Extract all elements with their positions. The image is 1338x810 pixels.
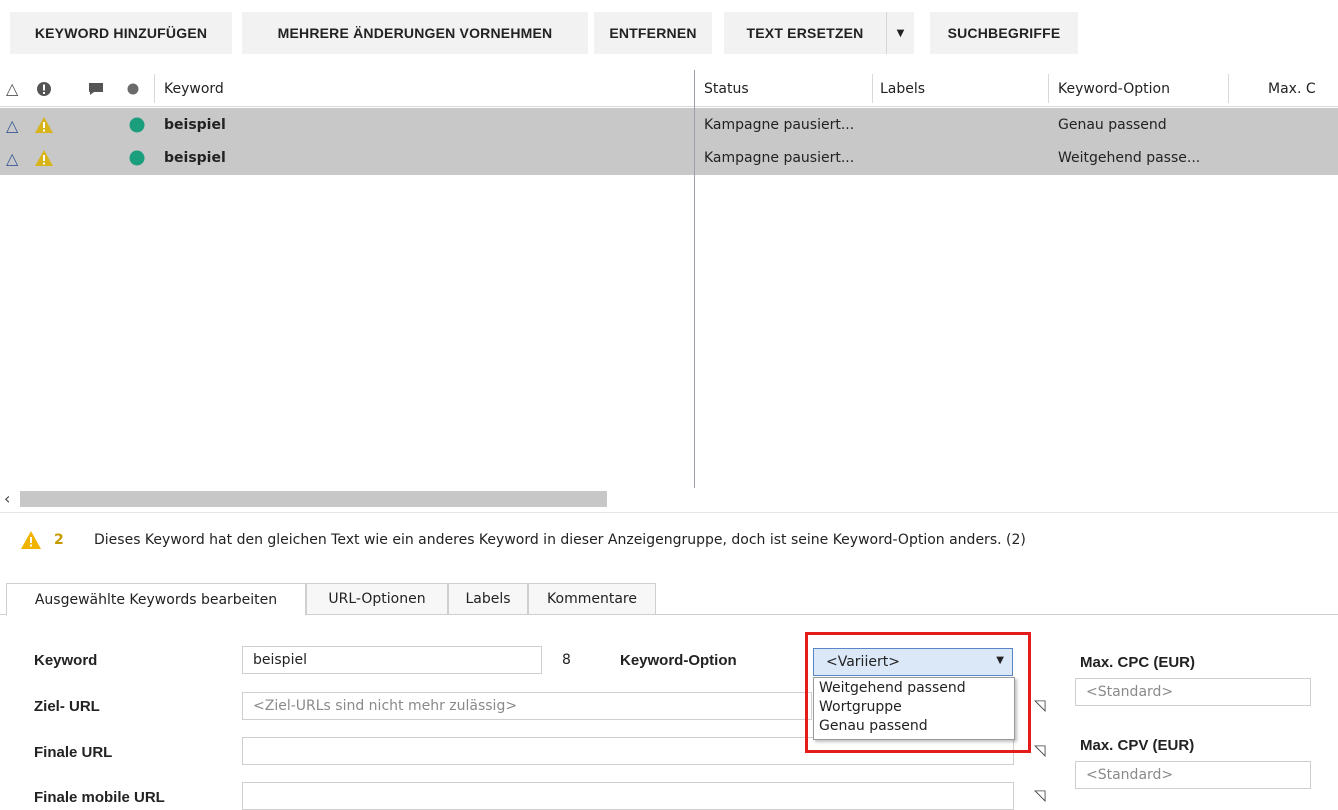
row-keyword: beispiel bbox=[164, 150, 226, 166]
open-external-icon[interactable]: ◹ bbox=[1034, 741, 1046, 759]
tab-url-options[interactable]: URL-Optionen bbox=[306, 583, 448, 615]
error-column-icon[interactable] bbox=[36, 70, 52, 107]
toolbar: KEYWORD HINZUFÜGEN MEHRERE ÄNDERUNGEN VO… bbox=[0, 0, 1338, 64]
triangle-icon: △ bbox=[6, 115, 19, 135]
remove-button[interactable]: ENTFERNEN bbox=[594, 12, 712, 54]
horizontal-scrollbar[interactable]: ‹ bbox=[0, 488, 1338, 510]
warning-icon bbox=[20, 530, 42, 554]
ziel-url-input: <Ziel-URLs sind nicht mehr zulässig> bbox=[242, 692, 812, 720]
table-row[interactable]: △ beispiel Kampagne pausiert... Weitgehe… bbox=[0, 141, 1338, 175]
max-cpc-label: Max. CPC (EUR) bbox=[1080, 654, 1196, 671]
scroll-left-icon[interactable]: ‹ bbox=[4, 489, 10, 508]
triangle-icon: △ bbox=[6, 148, 19, 168]
editor-tabs: Ausgewählte Keywords bearbeiten URL-Opti… bbox=[0, 583, 1338, 616]
multiple-changes-button[interactable]: MEHRERE ÄNDERUNGEN VORNEHMEN bbox=[242, 12, 588, 54]
row-status: Kampagne pausiert... bbox=[704, 117, 855, 133]
keyword-label: Keyword bbox=[34, 652, 98, 669]
row-keyword-option: Genau passend bbox=[1058, 117, 1167, 133]
add-keyword-button[interactable]: KEYWORD HINZUFÜGEN bbox=[10, 12, 232, 54]
status-dot-icon bbox=[129, 141, 145, 175]
row-keyword-option: Weitgehend passe... bbox=[1058, 150, 1201, 166]
finale-mobile-url-label: Finale mobile URL bbox=[34, 789, 165, 806]
row-keyword: beispiel bbox=[164, 117, 226, 133]
tab-comments[interactable]: Kommentare bbox=[528, 583, 656, 615]
column-max[interactable]: Max. C bbox=[1268, 70, 1316, 107]
warning-count: 2 bbox=[54, 532, 64, 548]
tab-edit-selected-keywords[interactable]: Ausgewählte Keywords bearbeiten bbox=[6, 583, 306, 616]
search-terms-button[interactable]: SUCHBEGRIFFE bbox=[930, 12, 1078, 54]
warning-message: Dieses Keyword hat den gleichen Text wie… bbox=[94, 532, 1026, 548]
highlight-box bbox=[805, 632, 1031, 753]
sort-triangle-icon[interactable]: △ bbox=[6, 70, 18, 107]
open-external-icon[interactable]: ◹ bbox=[1034, 786, 1046, 804]
finale-mobile-url-input[interactable] bbox=[242, 782, 1014, 810]
table-row[interactable]: △ beispiel Kampagne pausiert... Genau pa… bbox=[0, 108, 1338, 142]
warning-bar: 2 Dieses Keyword hat den gleichen Text w… bbox=[0, 512, 1338, 576]
open-external-icon[interactable]: ◹ bbox=[1034, 696, 1046, 714]
column-keyword[interactable]: Keyword bbox=[164, 70, 224, 107]
max-cpv-input[interactable]: <Standard> bbox=[1075, 761, 1311, 789]
keyword-input[interactable]: beispiel bbox=[242, 646, 542, 674]
ziel-url-label: Ziel- URL bbox=[34, 698, 100, 715]
replace-text-dropdown-button[interactable]: ▼ bbox=[886, 12, 914, 54]
column-status[interactable]: Status bbox=[704, 70, 749, 107]
comment-column-icon[interactable] bbox=[88, 70, 104, 107]
max-cpc-input[interactable]: <Standard> bbox=[1075, 678, 1311, 706]
frozen-column-divider[interactable] bbox=[694, 70, 695, 488]
column-keyword-option[interactable]: Keyword-Option bbox=[1058, 70, 1170, 107]
replace-text-button[interactable]: TEXT ERSETZEN bbox=[724, 12, 886, 54]
caret-down-icon: ▼ bbox=[896, 27, 905, 39]
grid-header: △ Keyword Status Labels Keyword-Option M… bbox=[0, 70, 1338, 107]
max-cpv-label: Max. CPV (EUR) bbox=[1080, 737, 1195, 754]
tab-labels[interactable]: Labels bbox=[448, 583, 528, 615]
scrollbar-thumb[interactable] bbox=[20, 491, 607, 507]
status-column-icon[interactable] bbox=[127, 70, 139, 107]
keyword-option-label: Keyword-Option bbox=[620, 652, 737, 669]
warning-icon bbox=[34, 108, 54, 142]
finale-url-label: Finale URL bbox=[34, 744, 113, 761]
keyword-length: 8 bbox=[562, 652, 571, 668]
row-status: Kampagne pausiert... bbox=[704, 150, 855, 166]
column-labels[interactable]: Labels bbox=[880, 70, 925, 107]
status-dot-icon bbox=[129, 108, 145, 142]
warning-icon bbox=[34, 141, 54, 175]
